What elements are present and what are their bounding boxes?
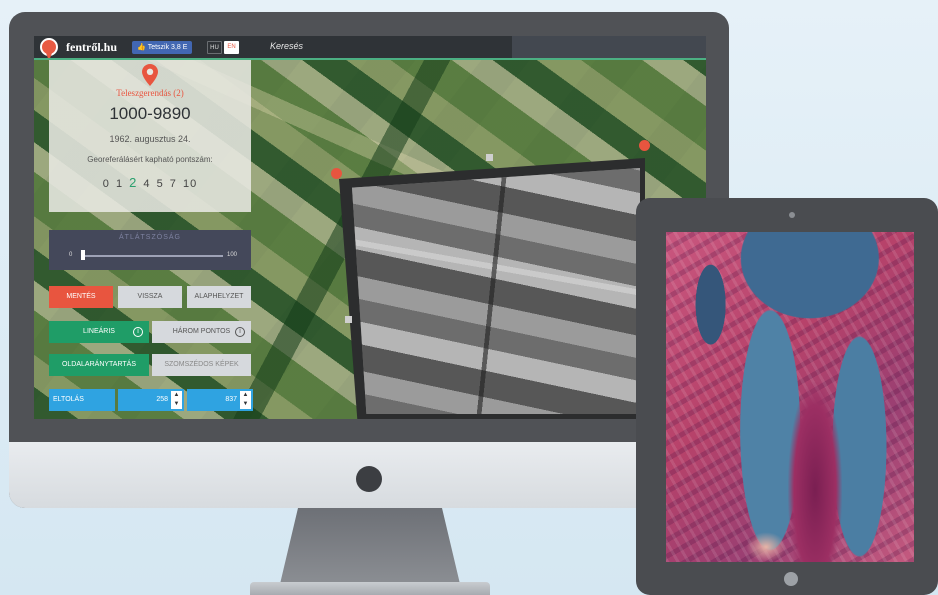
aspect-ratio-button[interactable]: OLDALARÁNYTARTÁS — [49, 354, 149, 376]
like-label: Tetszik 3,8 E — [147, 44, 188, 51]
monitor-button — [356, 466, 382, 492]
lang-en-button[interactable]: EN — [224, 41, 239, 54]
tablet — [636, 198, 938, 595]
search-input[interactable] — [512, 36, 706, 58]
slider-min-label: 0 — [69, 252, 73, 258]
point-value: 5 — [156, 178, 164, 190]
linear-mode-button[interactable]: LINEÁRIS i — [49, 321, 149, 343]
thumbs-up-icon: 👍 — [137, 44, 146, 51]
monitor-screen: fentről.hu 👍 Tetszik 3,8 E HU EN Keresés … — [34, 36, 706, 419]
lang-hu-button[interactable]: HU — [207, 41, 222, 54]
neighbor-images-button[interactable]: SZOMSZÉDOS KÉPEK — [152, 354, 251, 376]
photo-corner-handle[interactable] — [331, 168, 342, 179]
map-pin-logo-icon[interactable] — [40, 38, 58, 56]
point-value: 4 — [143, 178, 151, 190]
monitor-stand — [280, 508, 460, 584]
photo-info-panel: Teleszgerendás (2) 1000-9890 1962. augus… — [49, 60, 251, 212]
georef-label: Georeferálásért kapható pontszám: — [87, 155, 213, 164]
photo-edge-handle[interactable] — [486, 154, 493, 161]
opacity-label: ÁTLÁTSZÓSÁG — [119, 234, 181, 241]
top-nav-bar: fentről.hu 👍 Tetszik 3,8 E HU EN Keresés — [34, 36, 706, 60]
site-logo[interactable]: fentről.hu — [66, 40, 117, 55]
shift-y-value[interactable]: 837 — [225, 396, 237, 403]
three-point-label: HÁROM PONTOS — [172, 328, 231, 335]
point-value: 7 — [169, 178, 177, 190]
shift-y-stepper[interactable]: 837 ▲ ▼ — [187, 389, 253, 411]
three-point-mode-button[interactable]: HÁROM PONTOS i — [152, 321, 251, 343]
slider-max-label: 100 — [226, 252, 237, 258]
point-value: 1 — [115, 178, 124, 190]
opacity-control: ÁTLÁTSZÓSÁG 0 100 — [49, 230, 251, 270]
reset-button[interactable]: ALAPHELYZET — [187, 286, 251, 308]
points-scale: 0 1 2 4 5 7 10 — [49, 175, 251, 190]
historic-aerial-photo[interactable] — [352, 168, 640, 414]
info-icon[interactable]: i — [133, 327, 143, 337]
opacity-slider-thumb[interactable] — [81, 250, 85, 260]
photo-date: 1962. augusztus 24. — [109, 134, 191, 144]
up-down-arrows-icon[interactable]: ▲ ▼ — [240, 391, 251, 409]
search-label: Keresés — [270, 41, 304, 51]
tablet-camera — [789, 212, 795, 218]
photo-id: 1000-9890 — [109, 104, 191, 123]
photo-edge-handle[interactable] — [345, 316, 352, 323]
opacity-slider-track[interactable] — [83, 255, 223, 257]
point-value-active: 2 — [129, 175, 138, 190]
info-icon[interactable]: i — [235, 327, 245, 337]
shift-x-stepper[interactable]: 258 ▲ ▼ — [118, 389, 184, 411]
up-down-arrows-icon[interactable]: ▲ ▼ — [171, 391, 182, 409]
monitor-base — [250, 582, 490, 595]
facebook-like-button[interactable]: 👍 Tetszik 3,8 E — [132, 41, 193, 54]
shift-x-value[interactable]: 258 — [156, 396, 168, 403]
linear-label: LINEÁRIS — [83, 328, 115, 335]
island-image — [788, 382, 842, 562]
tablet-screen-infrared-map[interactable] — [666, 232, 914, 562]
back-button[interactable]: VISSZA — [118, 286, 182, 308]
point-value: 10 — [182, 178, 198, 190]
save-button[interactable]: MENTÉS — [49, 286, 113, 308]
point-value: 0 — [102, 178, 110, 190]
sandbar-image — [746, 532, 786, 562]
tablet-home-button[interactable] — [784, 572, 798, 586]
location-title[interactable]: Teleszgerendás (2) — [49, 88, 251, 98]
photo-corner-handle[interactable] — [639, 140, 650, 151]
map-pin-icon — [142, 64, 158, 86]
shift-label: ELTOLÁS — [49, 389, 115, 411]
